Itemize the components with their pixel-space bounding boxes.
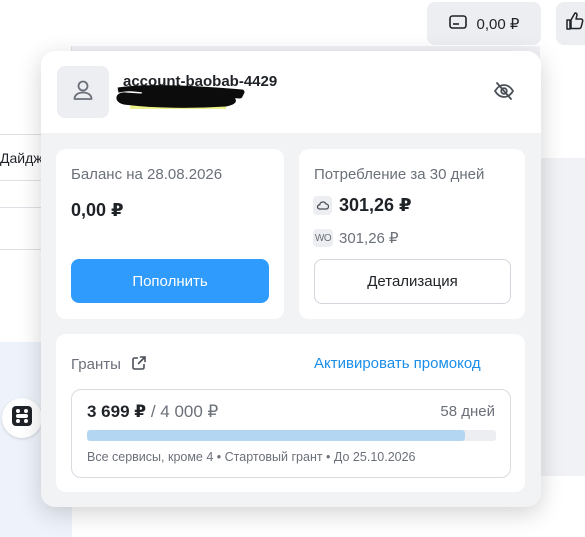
eye-off-icon xyxy=(493,81,515,106)
thumb-up-icon xyxy=(565,11,585,36)
activate-promocode-link[interactable]: Активировать промокод xyxy=(314,355,481,372)
cloud-badge xyxy=(313,196,332,215)
cloud-usage-value: 301,26 ₽ xyxy=(339,195,412,215)
grant-used-amount: 3 699 ₽ xyxy=(87,402,147,421)
services-grid-button[interactable] xyxy=(2,398,42,438)
balance-chip-value: 0,00 ₽ xyxy=(476,15,520,33)
balance-chip-button[interactable]: 0,00 ₽ xyxy=(427,2,541,45)
page-right-strip xyxy=(540,46,585,158)
grant-item: 3 699 ₽ / 4 000 ₽ 58 дней Все сервисы, к… xyxy=(71,389,511,478)
balance-date-label: Баланс на 28.08.2026 xyxy=(71,166,223,183)
credit-card-icon xyxy=(448,14,467,33)
usage-period-label: Потребление за 30 дней xyxy=(314,166,485,183)
avatar xyxy=(57,66,109,118)
wo-badge: WO xyxy=(313,229,333,247)
popup-header: account-baobab-4429 xyxy=(41,51,541,133)
hide-balance-button[interactable] xyxy=(491,80,517,106)
details-button[interactable]: Детализация xyxy=(314,259,511,304)
grants-card: Гранты Активировать промокод 3 699 ₽ / 4… xyxy=(56,334,525,492)
grant-progress-bar xyxy=(87,430,496,441)
balance-value: 0,00 ₽ xyxy=(71,200,124,220)
grants-label: Гранты xyxy=(71,356,121,373)
usage-card: Потребление за 30 дней 301,26 ₽ WO 301,2… xyxy=(299,149,525,319)
balance-card: Баланс на 28.08.2026 0,00 ₽ Пополнить xyxy=(56,149,284,319)
wo-usage-value: 301,26 ₽ xyxy=(339,230,399,247)
grant-progress-fill xyxy=(87,430,466,441)
grant-amounts: 3 699 ₽ / 4 000 ₽ xyxy=(87,402,218,422)
feedback-button[interactable] xyxy=(556,2,585,45)
digest-tab[interactable]: Дайдж xyxy=(0,150,43,166)
grant-total-amount: 4 000 ₽ xyxy=(160,402,219,421)
user-icon xyxy=(71,78,95,107)
services-grid-icon xyxy=(11,405,33,432)
external-link-icon xyxy=(131,355,147,375)
grant-separator: / xyxy=(150,402,156,421)
grants-title-link[interactable]: Гранты xyxy=(71,355,147,375)
account-popup: account-baobab-4429 Баланс на 28.08.2026… xyxy=(41,51,541,507)
redaction-mark xyxy=(116,85,245,109)
topup-button[interactable]: Пополнить xyxy=(71,259,269,303)
grant-days-left: 58 дней xyxy=(440,403,495,420)
cloud-icon xyxy=(316,197,330,215)
grant-description: Все сервисы, кроме 4 • Стартовый грант •… xyxy=(87,450,416,464)
